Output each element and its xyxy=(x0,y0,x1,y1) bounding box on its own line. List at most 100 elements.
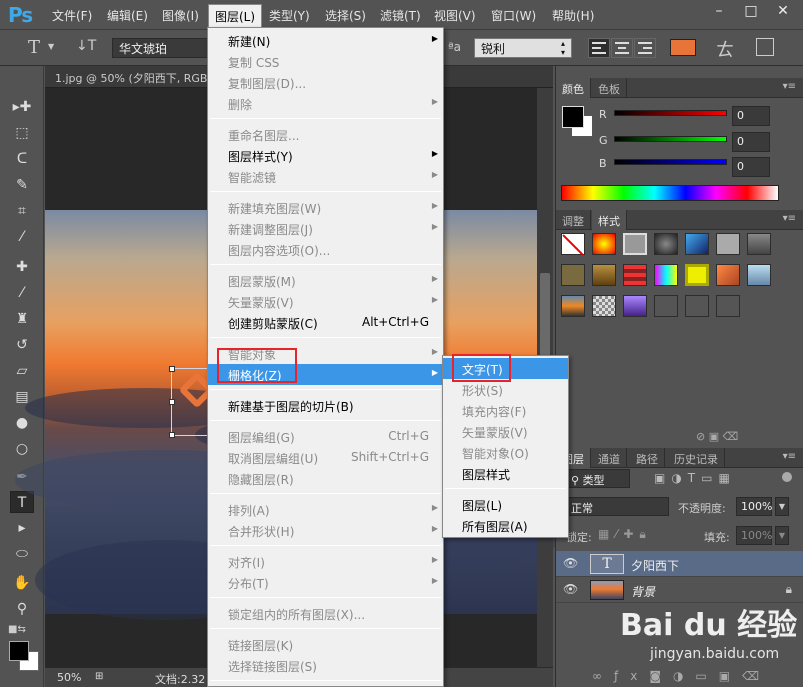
filter-toggle-icon[interactable] xyxy=(782,472,792,482)
menu-item-5[interactable]: 图层样式 xyxy=(443,463,568,484)
menu-item-35[interactable]: 选择链接图层(S) xyxy=(208,655,443,676)
menu-item-34[interactable]: 链接图层(K) xyxy=(208,634,443,655)
style-swatch[interactable] xyxy=(623,264,647,286)
preset-dropdown-icon[interactable]: ▼ xyxy=(48,42,54,51)
layer-filter-select[interactable]: ⚲ 类型 xyxy=(566,469,630,488)
tab-swatches[interactable]: 色板 xyxy=(592,78,627,98)
character-panel-icon[interactable] xyxy=(756,38,774,56)
menu-item-30[interactable]: 分布(T) ▶ xyxy=(208,572,443,593)
menu-item-3[interactable]: 矢量蒙版(V) xyxy=(443,421,568,442)
menu-item-5[interactable]: 重命名图层... xyxy=(208,124,443,145)
opacity-input[interactable]: 100% xyxy=(736,497,772,516)
eraser-tool-icon[interactable]: ▱ xyxy=(10,360,34,382)
layers-footer-icons[interactable]: ∞ƒx◙◑▭▣⌫ xyxy=(592,669,771,683)
warp-text-icon[interactable]: ㄊ xyxy=(716,36,734,62)
tab-adjustments[interactable]: 调整 xyxy=(556,210,591,230)
menu-item-23[interactable]: 取消图层编组(U) Shift+Ctrl+G xyxy=(208,447,443,468)
menu-help[interactable]: 帮助(H) xyxy=(552,7,594,24)
style-none[interactable] xyxy=(561,233,585,256)
visibility-eye-icon[interactable]: 👁︎ xyxy=(563,556,578,570)
text-color-swatch[interactable] xyxy=(670,39,696,56)
menu-item-10[interactable]: 新建调整图层(J) ▶ xyxy=(208,218,443,239)
menu-item-27[interactable]: 合并形状(H) ▶ xyxy=(208,520,443,541)
menu-layer[interactable]: 图层(L) xyxy=(208,4,263,28)
hand-tool-icon[interactable]: ✋ xyxy=(10,572,34,594)
menu-item-14[interactable]: 矢量蒙版(V) ▶ xyxy=(208,291,443,312)
style-swatch[interactable] xyxy=(561,295,585,317)
menu-item-6[interactable]: 图层样式(Y) ▶ xyxy=(208,145,443,166)
visibility-eye-icon[interactable]: 👁︎ xyxy=(563,582,578,596)
blend-mode-select[interactable]: 正常 xyxy=(566,497,669,516)
antialias-select[interactable]: 锐利 xyxy=(474,38,572,58)
color-spectrum[interactable] xyxy=(561,185,779,201)
style-swatch[interactable] xyxy=(592,264,616,286)
channel-g-value[interactable]: 0 xyxy=(732,132,770,152)
close-button[interactable]: ✕ xyxy=(769,2,797,22)
foreground-color[interactable] xyxy=(9,641,29,661)
style-swatch[interactable] xyxy=(747,264,771,286)
ellipse-tool-icon[interactable]: ⬭ xyxy=(10,543,34,565)
style-swatch[interactable] xyxy=(747,233,771,255)
fill-dropdown-icon[interactable]: ▼ xyxy=(775,526,789,545)
menu-file[interactable]: 文件(F) xyxy=(52,7,92,24)
style-swatch[interactable] xyxy=(685,264,709,286)
channel-r-value[interactable]: 0 xyxy=(732,106,770,126)
align-right-button[interactable] xyxy=(634,38,656,58)
status-icon[interactable]: ⊞ xyxy=(95,671,103,682)
menu-image[interactable]: 图像(I) xyxy=(162,7,199,24)
menu-item-29[interactable]: 对齐(I) ▶ xyxy=(208,551,443,572)
blur-tool-icon[interactable]: ● xyxy=(10,412,34,434)
styles-panel-menu-icon[interactable]: ▾≡ xyxy=(783,213,796,224)
style-swatch[interactable] xyxy=(716,233,740,255)
channel-b-slider[interactable] xyxy=(614,159,727,165)
clone-stamp-tool-icon[interactable]: ♜ xyxy=(10,308,34,330)
type-tool-preset-icon[interactable]: T xyxy=(28,37,40,58)
history-brush-tool-icon[interactable]: ↺ xyxy=(10,334,34,356)
channel-r-slider[interactable] xyxy=(614,110,727,116)
tab-paths[interactable]: 路径 xyxy=(630,448,665,468)
menu-item-32[interactable]: 锁定组内的所有图层(X)... xyxy=(208,603,443,624)
style-swatch[interactable] xyxy=(654,233,678,255)
type-tool-icon[interactable]: T xyxy=(10,491,34,513)
menu-item-7[interactable]: 智能滤镜 ▶ xyxy=(208,166,443,187)
align-center-button[interactable] xyxy=(611,38,633,58)
layers-panel-menu-icon[interactable]: ▾≡ xyxy=(783,451,796,462)
text-orientation-icon[interactable]: ↓T xyxy=(76,38,96,54)
color-panel-foreground[interactable] xyxy=(562,106,584,128)
menu-item-7[interactable]: 图层(L) xyxy=(443,494,568,515)
path-select-tool-icon[interactable]: ▸ xyxy=(10,517,34,539)
eyedropper-tool-icon[interactable]: ⁄ xyxy=(10,226,34,248)
style-swatch[interactable] xyxy=(623,295,647,317)
menu-item-13[interactable]: 图层蒙版(M) ▶ xyxy=(208,270,443,291)
layer-name[interactable]: 夕阳西下 xyxy=(631,557,679,574)
menu-filter[interactable]: 滤镜(T) xyxy=(380,7,421,24)
menu-item-26[interactable]: 排列(A) ▶ xyxy=(208,499,443,520)
tab-channels[interactable]: 通道 xyxy=(592,448,627,468)
style-swatch[interactable] xyxy=(685,233,709,255)
menu-item-8[interactable]: 所有图层(A) xyxy=(443,515,568,536)
channel-g-slider[interactable] xyxy=(614,136,727,142)
channel-b-value[interactable]: 0 xyxy=(732,157,770,177)
tab-styles[interactable]: 样式 xyxy=(592,210,627,230)
move-tool-icon[interactable]: ▸✚ xyxy=(10,96,34,118)
styles-footer-icons[interactable]: ⊘ ▣ ⌫ xyxy=(696,430,738,443)
brush-tool-icon[interactable]: ⁄ xyxy=(10,282,34,304)
style-swatch[interactable] xyxy=(592,295,616,317)
menu-item-1[interactable]: 复制 CSS xyxy=(208,51,443,72)
quick-select-tool-icon[interactable]: ✎ xyxy=(10,174,34,196)
default-colors-icon[interactable]: ■⇆ xyxy=(8,624,26,635)
align-left-button[interactable] xyxy=(588,38,610,58)
menu-item-2[interactable]: 填充内容(F) xyxy=(443,400,568,421)
dodge-tool-icon[interactable]: ○ xyxy=(10,438,34,460)
menu-window[interactable]: 窗口(W) xyxy=(491,7,536,24)
lasso-tool-icon[interactable]: ᑕ xyxy=(10,148,34,170)
style-swatch[interactable] xyxy=(592,233,616,255)
menu-item-20[interactable]: 新建基于图层的切片(B) xyxy=(208,395,443,416)
menu-select[interactable]: 选择(S) xyxy=(325,7,366,24)
style-swatch[interactable] xyxy=(561,264,585,286)
style-swatch[interactable] xyxy=(623,233,647,255)
fill-input[interactable]: 100% xyxy=(736,526,772,545)
style-swatch[interactable] xyxy=(685,295,709,317)
layer-filter-icons[interactable]: ▣◑T▭▦ xyxy=(654,471,736,485)
style-swatch[interactable] xyxy=(654,264,678,286)
